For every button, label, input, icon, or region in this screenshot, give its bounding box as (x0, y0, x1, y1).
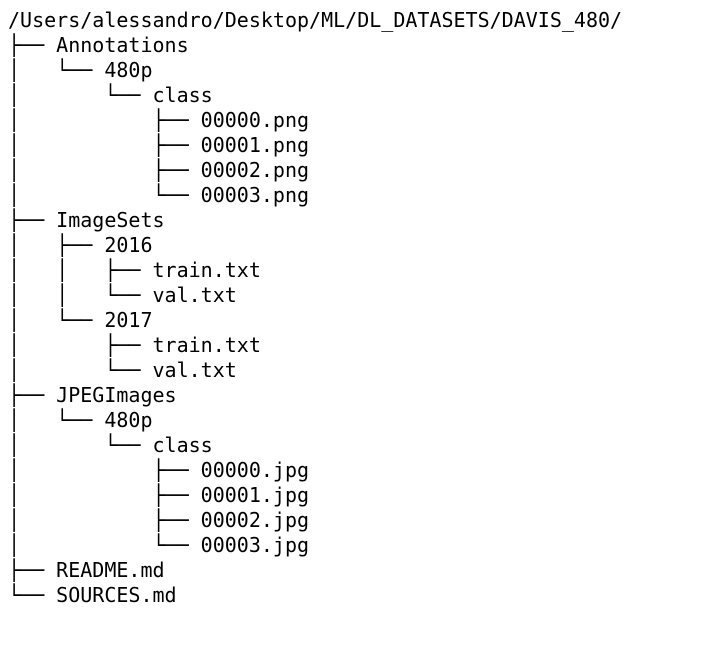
directory-tree: /Users/alessandro/Desktop/ML/DL_DATASETS… (0, 0, 716, 616)
